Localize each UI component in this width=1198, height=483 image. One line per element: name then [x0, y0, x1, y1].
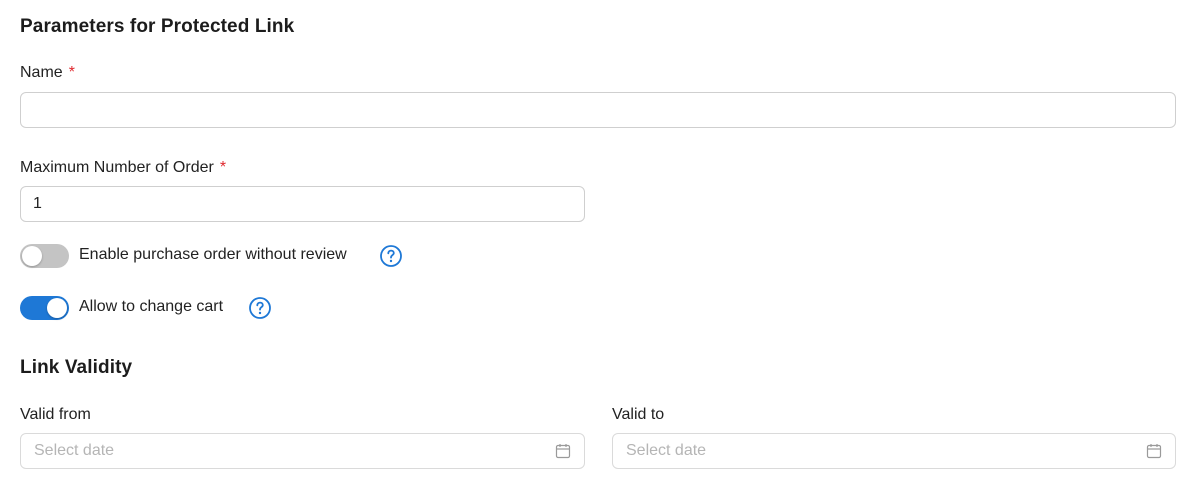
link-validity-title: Link Validity	[20, 357, 133, 378]
question-circle-icon[interactable]	[379, 244, 403, 268]
allow-change-cart-toggle[interactable]	[20, 296, 69, 320]
form-title: Parameters for Protected Link	[20, 16, 295, 37]
question-circle-icon[interactable]	[248, 296, 272, 320]
purchase-order-without-review-toggle[interactable]	[20, 244, 69, 268]
max-orders-label: Maximum Number of Order *	[20, 159, 226, 177]
name-label-text: Name	[20, 64, 63, 81]
valid-to-date-picker[interactable]: Select date	[612, 433, 1176, 469]
toggle-knob	[22, 246, 42, 266]
valid-from-date-picker[interactable]: Select date	[20, 433, 585, 469]
calendar-icon[interactable]	[1146, 443, 1162, 459]
valid-to-placeholder: Select date	[626, 442, 707, 459]
name-label: Name *	[20, 64, 75, 82]
valid-from-label: Valid from	[20, 406, 91, 423]
valid-to-label: Valid to	[612, 406, 665, 423]
max-orders-label-text: Maximum Number of Order	[20, 159, 214, 176]
calendar-icon[interactable]	[555, 443, 571, 459]
purchase-order-without-review-label: Enable purchase order without review	[79, 246, 347, 263]
name-input[interactable]	[20, 92, 1176, 128]
max-orders-input[interactable]	[20, 186, 585, 222]
valid-from-placeholder: Select date	[34, 442, 115, 459]
required-mark: *	[219, 159, 227, 176]
toggle-knob	[47, 298, 67, 318]
required-mark: *	[68, 64, 75, 81]
allow-change-cart-label: Allow to change cart	[79, 298, 224, 315]
